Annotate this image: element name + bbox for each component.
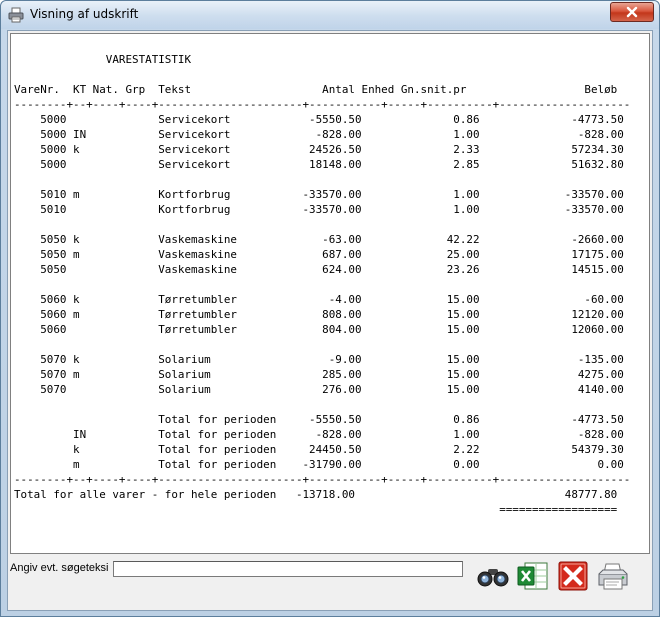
printer-icon — [598, 563, 628, 590]
export-excel-button[interactable] — [516, 559, 550, 593]
report-text: VARESTATISTIK VareNr. KT Nat. Grp Tekst … — [14, 53, 631, 516]
cancel-icon — [558, 561, 588, 591]
title-bar[interactable]: Visning af udskrift — [1, 1, 659, 29]
report-view[interactable]: VARESTATISTIK VareNr. KT Nat. Grp Tekst … — [10, 33, 650, 554]
close-button[interactable] — [610, 2, 654, 22]
binoculars-icon — [477, 569, 509, 587]
search-input[interactable] — [113, 561, 463, 577]
printer-app-icon — [8, 7, 24, 23]
print-button[interactable] — [596, 559, 630, 593]
window-title: Visning af udskrift — [30, 7, 139, 21]
client-area: VARESTATISTIK VareNr. KT Nat. Grp Tekst … — [7, 30, 653, 611]
search-button[interactable] — [476, 559, 510, 593]
cancel-button[interactable] — [556, 559, 590, 593]
search-label: Angiv evt. søgeteksi — [10, 562, 109, 574]
excel-icon — [517, 562, 548, 590]
close-icon — [626, 6, 638, 18]
print-preview-window: Visning af udskrift VARESTATISTIK VareNr… — [0, 0, 660, 617]
